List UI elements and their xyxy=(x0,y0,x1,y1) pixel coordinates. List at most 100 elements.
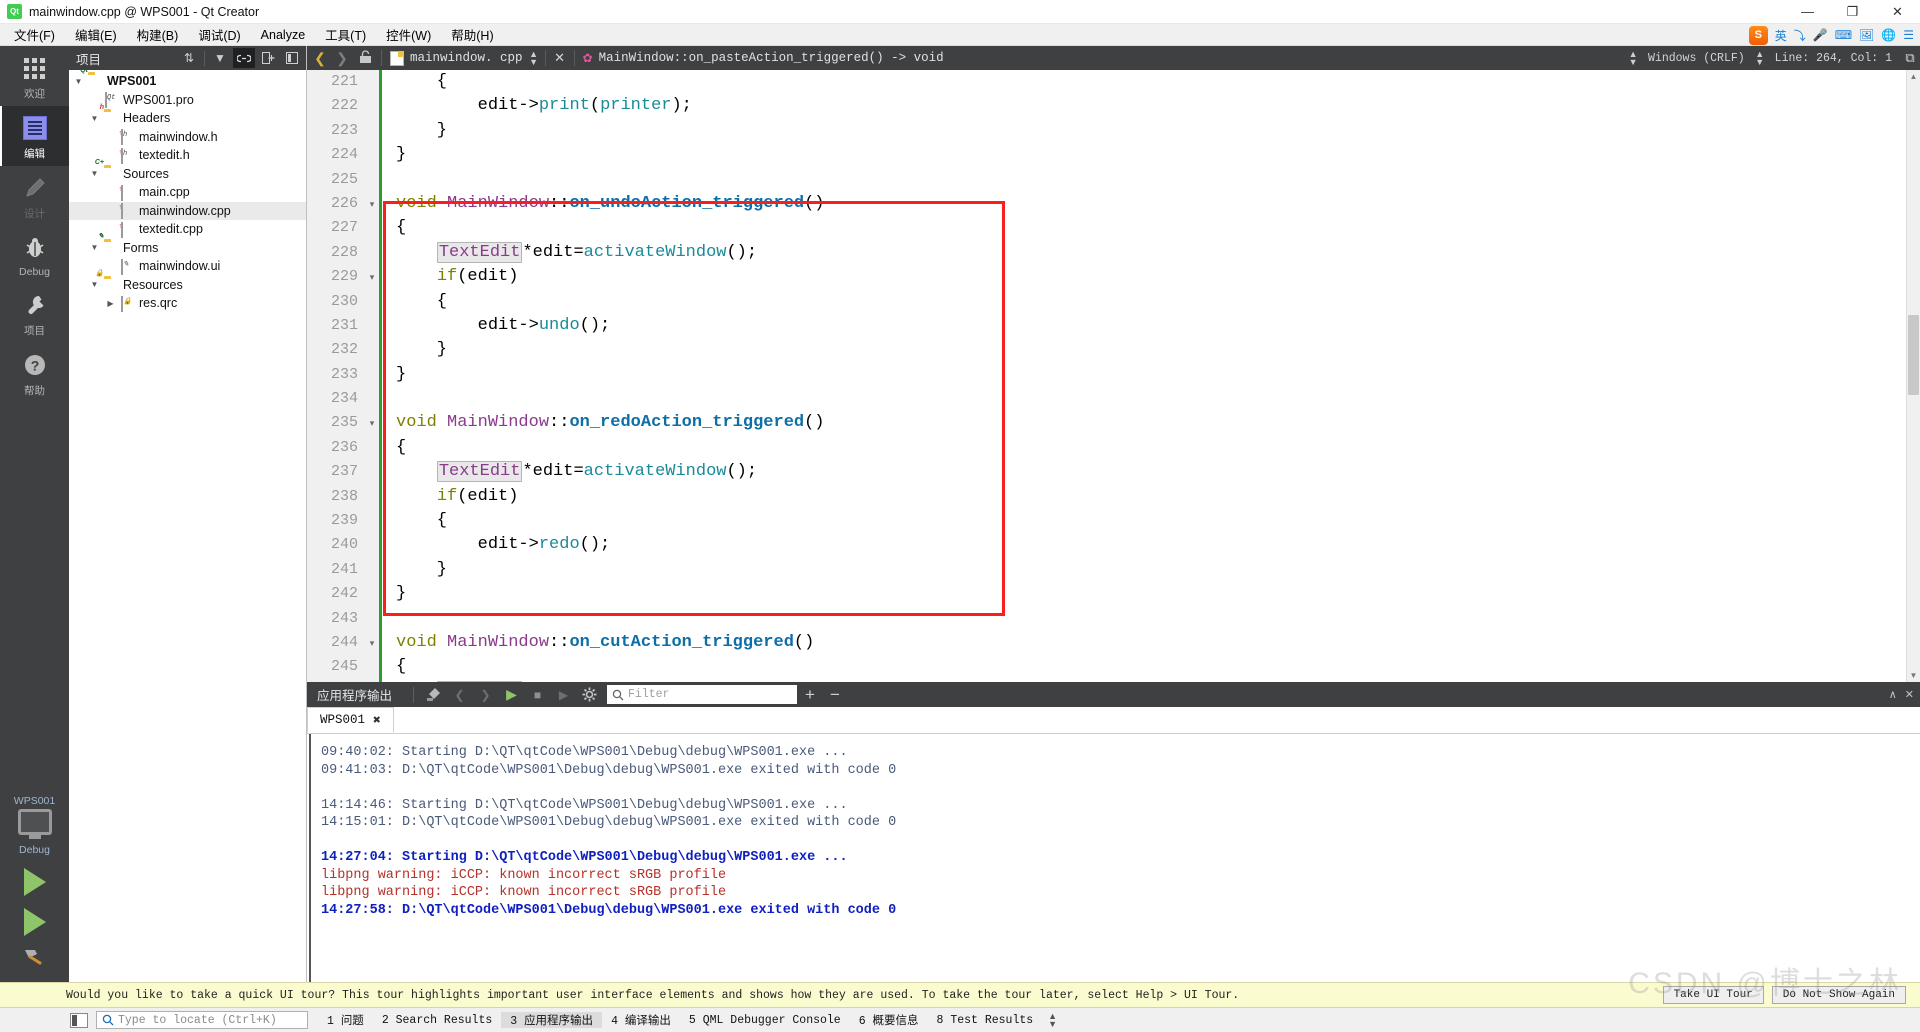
tree-expander-icon[interactable]: ▼ xyxy=(89,169,100,178)
mode-design[interactable]: 设计 xyxy=(0,166,69,226)
scroll-down-icon[interactable]: ▼ xyxy=(1907,671,1920,680)
status-item-test-results[interactable]: 8 Test Results xyxy=(928,1014,1043,1027)
rerun-debug-icon[interactable]: ▶ xyxy=(551,684,576,706)
ime-menu-icon[interactable]: ☰ xyxy=(1903,28,1914,42)
code-line[interactable]: TextEdit*edit=activateWindow(); xyxy=(396,241,1920,265)
scrollbar-thumb[interactable] xyxy=(1908,314,1919,395)
menu-tools[interactable]: 工具(T) xyxy=(315,23,376,46)
code-line[interactable] xyxy=(396,607,1920,631)
lock-icon[interactable] xyxy=(353,49,377,67)
code-line[interactable]: } xyxy=(396,582,1920,606)
fold-toggle-icon[interactable]: ▾ xyxy=(365,192,379,216)
tree-expander-icon[interactable]: ▼ xyxy=(89,114,100,123)
menu-build[interactable]: 构建(B) xyxy=(127,23,189,46)
close-output-pane-icon[interactable]: ✕ xyxy=(1905,688,1914,701)
tree-item-mainwindow-cpp[interactable]: ↑ mainwindow.cpp xyxy=(69,201,306,220)
tree-expander-icon[interactable]: ▶ xyxy=(105,299,116,308)
sort-icon[interactable]: ⇅ xyxy=(178,48,200,68)
ime-mic-icon[interactable]: 🎤 xyxy=(1813,28,1828,42)
minimize-button[interactable]: — xyxy=(1785,0,1830,24)
next-item-icon[interactable]: ❯ xyxy=(473,684,498,706)
tree-expander-icon[interactable]: ▼ xyxy=(73,77,84,86)
code-line[interactable]: { xyxy=(396,216,1920,240)
kit-selector[interactable]: WPS001 Debug xyxy=(0,791,69,982)
tree-expander-icon[interactable]: ▼ xyxy=(89,280,100,289)
tree-item-headers[interactable]: ▼ h Headers xyxy=(69,104,306,128)
tree-item-mainwindow-h[interactable]: h ↑ mainwindow.h xyxy=(69,128,306,147)
fold-toggle-icon[interactable]: ▾ xyxy=(365,411,379,435)
close-button[interactable]: ✕ xyxy=(1875,0,1920,24)
clear-icon[interactable] xyxy=(421,684,446,706)
sogou-ime-icon[interactable]: S xyxy=(1748,25,1768,45)
tree-expander-icon[interactable]: ▼ xyxy=(89,243,100,252)
tree-item-forms[interactable]: ▼ ✎ Forms xyxy=(69,233,306,258)
status-item-compile-output[interactable]: 4 编译输出 xyxy=(602,1012,680,1028)
fold-column[interactable]: ▾▾▾▾▾ xyxy=(365,70,379,682)
prev-item-icon[interactable]: ❮ xyxy=(447,684,472,706)
zoom-out-icon[interactable]: − xyxy=(823,685,847,705)
code-line[interactable]: } xyxy=(396,143,1920,167)
run-icon[interactable] xyxy=(23,868,46,896)
open-documents-combo[interactable]: mainwindow. cpp xyxy=(386,46,527,70)
scroll-up-icon[interactable]: ▲ xyxy=(1907,72,1920,81)
tree-item-wps001-pro[interactable]: Qt WPS001.pro xyxy=(69,91,306,110)
menu-debug[interactable]: 调试(D) xyxy=(188,23,250,46)
filter-input[interactable]: Filter xyxy=(607,685,798,704)
symbol-combo[interactable]: ✿ MainWindow::on_pasteAction_triggered()… xyxy=(579,46,948,70)
tree-item-res-qrc[interactable]: ▶ 🔒 res.qrc xyxy=(69,294,306,313)
ime-image-icon[interactable]: 🖼 xyxy=(1859,28,1874,42)
mode-debug[interactable]: Debug xyxy=(0,226,69,283)
code-editor[interactable]: 221 222 223 224 225 226 227 228 229 230 231 232 233 2… xyxy=(307,70,1920,682)
sidebar-toggle-icon[interactable] xyxy=(70,1012,88,1028)
run-icon[interactable]: ▶ xyxy=(499,684,524,706)
zoom-in-icon[interactable]: + xyxy=(798,685,822,705)
code-text[interactable]: { edit->print(printer); }} void MainWind… xyxy=(382,70,1920,682)
tree-item-textedit-h[interactable]: h ↑ textedit.h xyxy=(69,146,306,165)
filter-icon[interactable]: ▼ xyxy=(209,48,231,68)
menu-edit[interactable]: 编辑(E) xyxy=(65,23,127,46)
split-icon[interactable] xyxy=(257,48,279,68)
ime-lang-icon[interactable]: 英 xyxy=(1775,27,1787,44)
code-line[interactable] xyxy=(396,168,1920,192)
code-line[interactable]: { xyxy=(396,655,1920,679)
code-line[interactable]: edit->print(printer); xyxy=(396,94,1920,118)
mode-welcome[interactable]: 欢迎 xyxy=(0,46,69,106)
output-tab-wps001[interactable]: WPS001 ✖ xyxy=(307,707,394,733)
code-line[interactable]: void MainWindow::on_cutAction_triggered(… xyxy=(396,631,1920,655)
split-editor-icon[interactable]: ⧉ xyxy=(1900,50,1920,66)
close-pane-icon[interactable] xyxy=(281,48,303,68)
editor-vertical-scrollbar[interactable]: ▲ ▼ xyxy=(1906,70,1920,682)
code-line[interactable]: TextEdit*edit=activateWindow(); xyxy=(396,460,1920,484)
ime-globe-icon[interactable]: 🌐 xyxy=(1881,28,1896,42)
minimize-pane-icon[interactable]: ∧ xyxy=(1889,688,1897,701)
document-updown-icon[interactable]: ▲ ▼ xyxy=(527,50,541,67)
locator-input[interactable]: Type to locate (Ctrl+K) xyxy=(96,1011,308,1029)
tree-item-textedit-cpp[interactable]: ↑ textedit.cpp xyxy=(69,220,306,239)
tree-item-wps001[interactable]: ▼ Qt WPS001 xyxy=(69,70,306,91)
ime-enter-icon[interactable]: ⤵ xyxy=(1794,27,1806,44)
code-line[interactable]: } xyxy=(396,363,1920,387)
status-item-qml-debugger-console[interactable]: 5 QML Debugger Console xyxy=(680,1014,850,1027)
mode-edit[interactable]: 编辑 xyxy=(0,106,69,166)
line-ending-label[interactable]: Windows (CRLF) xyxy=(1640,52,1753,65)
stop-icon[interactable]: ■ xyxy=(525,684,550,706)
lineending-updown-icon[interactable]: ▲ ▼ xyxy=(1626,50,1640,67)
code-line[interactable]: { xyxy=(396,290,1920,314)
hammer-icon[interactable] xyxy=(0,940,69,976)
tree-item-resources[interactable]: ▼ 🔒 Resources xyxy=(69,270,306,295)
fold-toggle-icon[interactable]: ▾ xyxy=(365,265,379,289)
nav-back-icon[interactable]: ❮ xyxy=(309,50,331,67)
menu-help[interactable]: 帮助(H) xyxy=(441,23,503,46)
code-line[interactable]: void MainWindow::on_undoAction_triggered… xyxy=(396,192,1920,216)
mode-help[interactable]: ? 帮助 xyxy=(0,343,69,403)
menu-analyze[interactable]: Analyze xyxy=(251,26,315,44)
code-line[interactable]: edit->undo(); xyxy=(396,314,1920,338)
code-line[interactable]: { xyxy=(396,509,1920,533)
code-line[interactable]: if(edit) xyxy=(396,265,1920,289)
tree-item-mainwindow-ui[interactable]: ✎ mainwindow.ui xyxy=(69,257,306,276)
encoding-updown-icon[interactable]: ▲ ▼ xyxy=(1753,50,1767,67)
ime-keyboard-icon[interactable]: ⌨ xyxy=(1835,28,1852,42)
status-item-search-results[interactable]: 2 Search Results xyxy=(373,1014,501,1027)
code-line[interactable]: { xyxy=(396,70,1920,94)
code-line[interactable]: } xyxy=(396,558,1920,582)
